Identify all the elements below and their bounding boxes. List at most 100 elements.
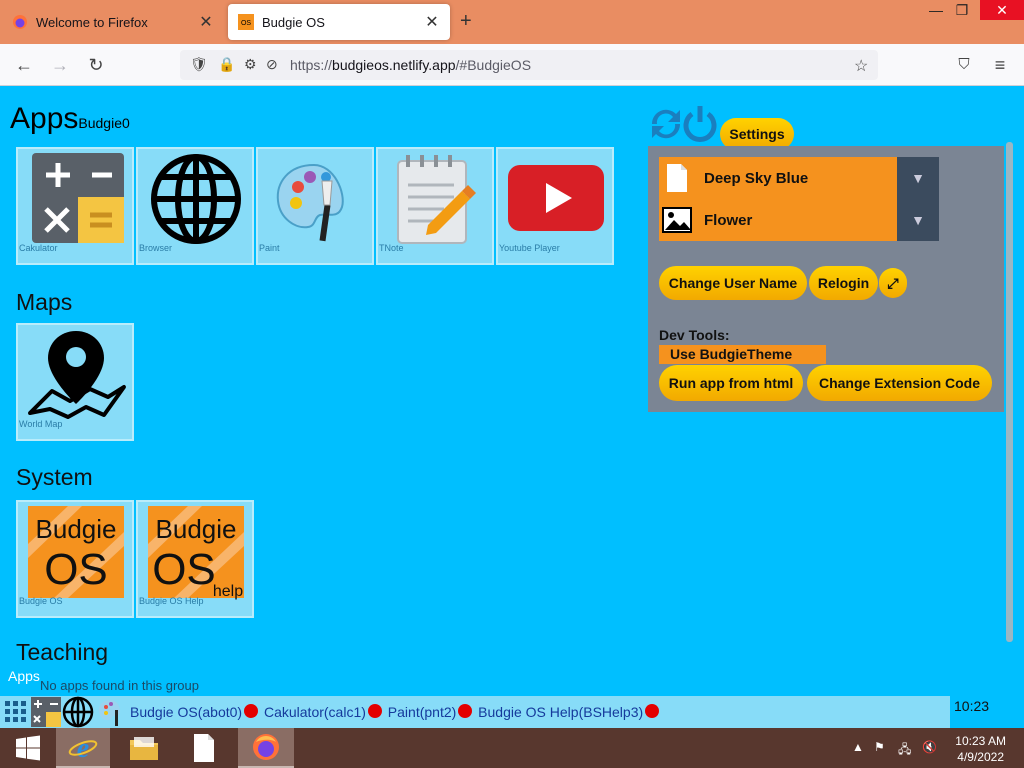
flag-icon[interactable]: ⚑ bbox=[874, 740, 885, 754]
back-arrow-icon[interactable]: ← bbox=[12, 54, 36, 76]
dev-tools-label: Dev Tools: bbox=[659, 327, 730, 343]
globe-icon bbox=[151, 154, 241, 244]
teaching-empty-hint: No apps found in this group bbox=[40, 678, 199, 693]
maximize-button[interactable]: ❐ bbox=[944, 0, 980, 20]
firefox-icon bbox=[253, 734, 279, 760]
close-app-dot-icon[interactable] bbox=[458, 704, 473, 718]
running-app[interactable]: Budgie OS Help(BSHelp3) bbox=[478, 704, 643, 720]
app-tile-cakulator[interactable]: Cakulator bbox=[16, 147, 134, 265]
bookmark-star-icon[interactable]: ☆ bbox=[854, 56, 868, 76]
windows-taskbar: e ▲ ⚑ 🖧 🔇 10:23 AM 4/9/2022 bbox=[0, 728, 1024, 768]
budgie-os-favicon: OS bbox=[238, 14, 254, 30]
app-label: World Map bbox=[19, 419, 63, 429]
dropdown-arrow-icon[interactable]: ▼ bbox=[897, 199, 939, 241]
calculator-icon[interactable] bbox=[30, 696, 62, 728]
image-icon bbox=[662, 207, 692, 233]
palette-icon[interactable] bbox=[96, 696, 128, 728]
app-tile-youtube-player[interactable]: Youtube Player bbox=[496, 147, 614, 265]
calculator-icon bbox=[32, 153, 124, 243]
app-label: TNote bbox=[379, 243, 404, 253]
pocket-icon[interactable]: ⛉ bbox=[952, 54, 976, 76]
tracking-icon[interactable]: ⊘ bbox=[266, 56, 278, 73]
system-date: 4/9/2022 bbox=[957, 750, 1004, 764]
app-tile-paint[interactable]: Paint bbox=[256, 147, 374, 265]
running-app[interactable]: Paint(pnt2) bbox=[388, 704, 456, 720]
system-time: 10:23 AM bbox=[955, 734, 1006, 748]
menu-icon[interactable]: ≡ bbox=[988, 54, 1012, 76]
window-close-button[interactable]: ✕ bbox=[980, 0, 1024, 20]
shield-icon[interactable]: 🛡 bbox=[190, 56, 208, 73]
app-label: Youtube Player bbox=[499, 243, 560, 253]
budgie-os-desktop: AppsBudgie0 Cakulator Browser Paint TNot… bbox=[0, 86, 1024, 728]
scrollbar[interactable] bbox=[1006, 142, 1013, 642]
permissions-icon[interactable]: ⚙ bbox=[244, 56, 257, 73]
url-bar[interactable]: 🛡 🔒 ⚙ ⊘ https://budgieos.netlify.app/#Bu… bbox=[180, 50, 878, 80]
app-label: Budgie OS bbox=[19, 596, 63, 606]
document-icon bbox=[194, 734, 214, 762]
wallpaper-select[interactable]: Flower ▼ bbox=[659, 199, 939, 241]
dropdown-arrow-icon[interactable]: ▼ bbox=[897, 157, 939, 199]
change-user-name-button[interactable]: Change User Name bbox=[659, 266, 807, 300]
running-app[interactable]: Budgie OS(abot0) bbox=[130, 704, 242, 720]
app-tile-world-map[interactable]: World Map bbox=[16, 323, 134, 441]
internet-explorer-taskbar-button[interactable]: e bbox=[56, 728, 110, 768]
logo-text: Budgie bbox=[36, 514, 117, 544]
close-app-dot-icon[interactable] bbox=[244, 704, 259, 718]
page-title: AppsBudgie0 bbox=[10, 102, 130, 135]
power-icon[interactable] bbox=[682, 104, 718, 142]
tab-welcome-firefox[interactable]: Welcome to Firefox ✕ bbox=[2, 4, 224, 40]
app-tile-budgie-os-help[interactable]: Budgie OS help Budgie OS Help bbox=[136, 500, 254, 618]
close-tab-icon[interactable]: ✕ bbox=[198, 12, 214, 32]
network-icon[interactable]: 🖧 bbox=[898, 740, 911, 761]
tab-budgie-os[interactable]: OS Budgie OS ✕ bbox=[228, 4, 450, 40]
firefox-taskbar-button[interactable] bbox=[238, 728, 294, 768]
blank-document-taskbar-button[interactable] bbox=[176, 728, 232, 768]
app-grid-icon[interactable] bbox=[5, 701, 27, 723]
expand-icon: ⤢ bbox=[887, 274, 899, 291]
close-app-dot-icon[interactable] bbox=[645, 704, 660, 718]
map-pin-icon bbox=[28, 331, 126, 419]
lock-icon[interactable]: 🔒 bbox=[218, 56, 235, 73]
notepad-icon bbox=[397, 155, 476, 244]
volume-muted-icon[interactable]: 🔇 bbox=[922, 740, 937, 754]
forward-arrow-icon[interactable]: → bbox=[48, 54, 72, 76]
wallpaper-select-value: Flower bbox=[704, 212, 753, 229]
tab-title: Budgie OS bbox=[262, 14, 325, 30]
system-clock[interactable]: 10:23 AM 4/9/2022 bbox=[955, 733, 1006, 765]
section-title-maps: Maps bbox=[16, 289, 73, 315]
app-tile-browser[interactable]: Browser bbox=[136, 147, 254, 265]
app-tile-tnote[interactable]: TNote bbox=[376, 147, 494, 265]
close-app-dot-icon[interactable] bbox=[367, 704, 382, 718]
close-tab-icon[interactable]: ✕ bbox=[424, 12, 440, 32]
logo-text: Budgie bbox=[156, 514, 237, 544]
app-label: Paint bbox=[259, 243, 280, 253]
url-text[interactable]: https://budgieos.netlify.app/#BudgieOS bbox=[290, 57, 531, 73]
running-app[interactable]: Cakulator(calc1) bbox=[264, 704, 366, 720]
globe-icon[interactable] bbox=[62, 696, 94, 728]
tab-title: Welcome to Firefox bbox=[36, 14, 148, 30]
budgie-os-help-logo: Budgie OS help bbox=[148, 506, 244, 600]
svg-text:e: e bbox=[77, 733, 89, 762]
fullscreen-button[interactable]: ⤢ bbox=[879, 268, 907, 298]
change-extension-code-button[interactable]: Change Extension Code bbox=[807, 365, 992, 401]
app-label: Budgie OS Help bbox=[139, 596, 204, 606]
app-tile-budgie-os[interactable]: Budgie OS Budgie OS bbox=[16, 500, 134, 618]
relogin-button[interactable]: Relogin bbox=[809, 266, 878, 300]
budgie-app-bar: Budgie OS(abot0) Cakulator(calc1) Paint(… bbox=[0, 696, 950, 728]
section-title-system: System bbox=[16, 464, 93, 490]
reload-icon[interactable]: ↻ bbox=[84, 54, 108, 76]
windows-start-button[interactable] bbox=[0, 728, 56, 768]
run-app-from-html-button[interactable]: Run app from html bbox=[659, 365, 803, 401]
internet-explorer-icon: e bbox=[68, 733, 98, 762]
section-title-teaching: Teaching bbox=[16, 639, 109, 665]
browser-nav-bar: ← → ↻ 🛡 🔒 ⚙ ⊘ https://budgieos.netlify.a… bbox=[0, 44, 1024, 86]
new-tab-button[interactable]: + bbox=[460, 10, 472, 33]
show-hidden-icons-icon[interactable]: ▲ bbox=[852, 740, 864, 754]
logo-text: help bbox=[213, 583, 243, 600]
svg-text:OS: OS bbox=[241, 20, 251, 27]
logo-text: OS bbox=[152, 545, 216, 594]
theme-select[interactable]: Deep Sky Blue ▼ bbox=[659, 157, 939, 199]
user-label: Budgie0 bbox=[78, 115, 130, 131]
use-budgie-theme-option[interactable]: Use BudgieTheme bbox=[659, 345, 826, 364]
file-explorer-taskbar-button[interactable] bbox=[116, 728, 172, 768]
